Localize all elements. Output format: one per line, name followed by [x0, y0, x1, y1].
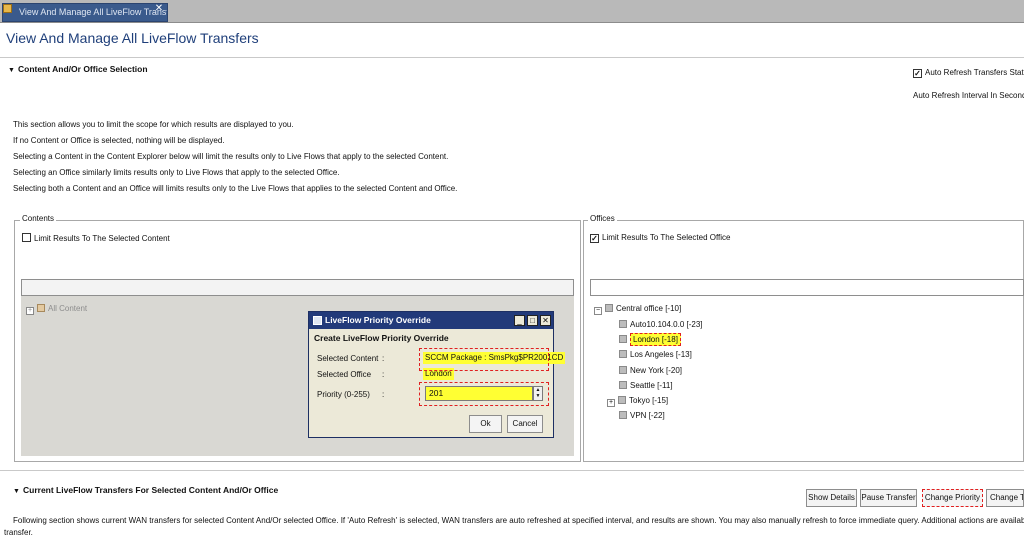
description-line: Selecting both a Content and an Office w…: [13, 184, 458, 193]
tree-item-all-content[interactable]: + All Content: [26, 304, 87, 315]
tab-liveflow-transfers[interactable]: View And Manage All LiveFlow Transfers: [2, 3, 168, 22]
office-filter-input[interactable]: [590, 279, 1024, 296]
transfers-section-header[interactable]: ▼ Current LiveFlow Transfers For Selected…: [13, 482, 278, 498]
checkbox-checked-icon: ✓: [913, 69, 922, 78]
collapse-icon[interactable]: −: [594, 307, 602, 315]
tree-item-label-selected: London [-18]: [630, 333, 681, 346]
transfers-description: Following section shows current WAN tran…: [13, 516, 1024, 525]
offices-legend: Offices: [588, 214, 617, 223]
tree-item-label: Auto10.104.0.0 [-23]: [630, 320, 703, 329]
auto-refresh-checkbox[interactable]: ✓ Auto Refresh Transfers State: [913, 68, 1024, 78]
close-icon[interactable]: ✕: [540, 315, 551, 326]
colon: :: [382, 390, 385, 399]
limit-content-checkbox[interactable]: Limit Results To The Selected Content: [22, 233, 170, 243]
tree-item-label: Central office [-10]: [616, 304, 682, 313]
priority-override-dialog: LiveFlow Priority Override _ □ ✕ Create …: [308, 311, 566, 438]
dialog-heading: Create LiveFlow Priority Override: [314, 333, 449, 343]
tree-item-tokyo[interactable]: + Tokyo [-15]: [607, 396, 668, 407]
maximize-icon[interactable]: □: [527, 315, 538, 326]
office-icon: [619, 335, 627, 343]
dialog-app-icon: [313, 316, 322, 325]
tree-item-label: Tokyo [-15]: [629, 396, 669, 405]
description-line: Selecting an Office similarly limits res…: [13, 168, 340, 177]
limit-office-checkbox[interactable]: ✓ Limit Results To The Selected Office: [590, 233, 731, 243]
office-icon: [619, 350, 627, 358]
description-line: Selecting a Content in the Content Explo…: [13, 152, 449, 161]
collapse-caret-icon: ▼: [13, 488, 20, 495]
tree-item-vpn[interactable]: VPN [-22]: [619, 411, 665, 420]
annotation-dashed-box: [419, 348, 549, 371]
limit-office-label: Limit Results To The Selected Office: [602, 233, 731, 242]
tree-item-label: New York [-20]: [630, 366, 683, 375]
ok-button[interactable]: Ok: [469, 415, 502, 433]
office-icon: [619, 381, 627, 389]
tree-item-label: Seattle [-11]: [630, 381, 673, 390]
expand-icon[interactable]: +: [607, 399, 615, 407]
selected-office-label: Selected Office: [317, 370, 372, 379]
tree-item-central-office[interactable]: − Central office [-10]: [594, 304, 681, 315]
auto-refresh-label: Auto Refresh Transfers State: [925, 68, 1024, 77]
colon: :: [382, 354, 385, 363]
tree-item-label: All Content: [48, 304, 88, 313]
change-t-button[interactable]: Change T: [986, 489, 1024, 507]
office-icon: [619, 366, 627, 374]
auto-refresh-interval-label: Auto Refresh Interval In Seconds: [913, 91, 1024, 100]
show-details-button[interactable]: Show Details: [806, 489, 857, 507]
checkbox-icon: [22, 233, 31, 242]
content-filter-input[interactable]: [21, 279, 574, 296]
description-line: This section allows you to limit the sco…: [13, 120, 294, 129]
tree-item-los-angeles[interactable]: Los Angeles [-13]: [619, 350, 692, 359]
change-priority-button[interactable]: Change Priority: [922, 489, 983, 507]
app-icon: [3, 4, 12, 13]
office-icon: [618, 396, 626, 404]
tree-item-label: Los Angeles [-13]: [630, 350, 692, 359]
content-selection-header[interactable]: ▼ Content And/Or Office Selection: [8, 61, 148, 77]
divider: [0, 470, 1024, 471]
colon: :: [382, 370, 385, 379]
tree-item-auto10[interactable]: Auto10.104.0.0 [-23]: [619, 320, 703, 329]
office-icon: [605, 304, 613, 312]
tree-item-label: VPN [-22]: [630, 411, 665, 420]
transfers-description-cont: transfer.: [4, 528, 33, 537]
tree-item-new-york[interactable]: New York [-20]: [619, 366, 682, 375]
tab-close-icon[interactable]: ✕: [153, 2, 165, 15]
collapse-caret-icon: ▼: [8, 67, 15, 74]
tree-item-london[interactable]: London [-18]: [619, 333, 681, 346]
content-selection-title: Content And/Or Office Selection: [18, 64, 148, 74]
transfers-section-title: Current LiveFlow Transfers For Selected …: [23, 485, 279, 495]
expand-icon[interactable]: +: [26, 307, 34, 315]
description-line: If no Content or Office is selected, not…: [13, 136, 225, 145]
pause-transfer-button[interactable]: Pause Transfer: [860, 489, 917, 507]
divider: [0, 57, 1024, 58]
office-icon: [619, 320, 627, 328]
cancel-button[interactable]: Cancel: [507, 415, 543, 433]
page-title: View And Manage All LiveFlow Transfers: [6, 30, 259, 46]
folder-icon: [37, 304, 45, 312]
office-icon: [619, 411, 627, 419]
contents-legend: Contents: [20, 214, 57, 223]
tree-item-seattle[interactable]: Seattle [-11]: [619, 381, 673, 390]
minimize-icon[interactable]: _: [514, 315, 525, 326]
limit-content-label: Limit Results To The Selected Content: [34, 234, 170, 243]
priority-label: Priority (0-255): [317, 390, 370, 399]
annotation-dashed-box: [419, 382, 549, 406]
checkbox-checked-icon: ✓: [590, 234, 599, 243]
selected-content-label: Selected Content: [317, 354, 379, 363]
